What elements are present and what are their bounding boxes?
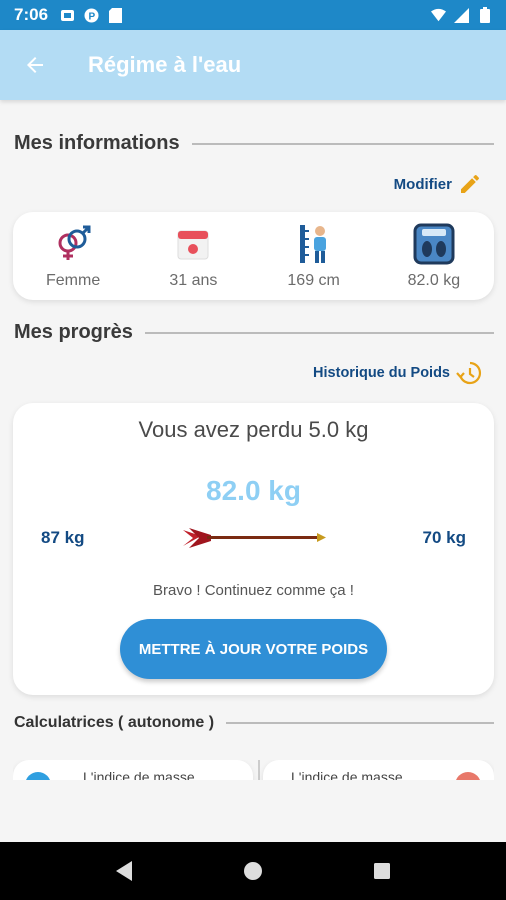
- nav-home-button[interactable]: [233, 851, 273, 891]
- page-title: Régime à l'eau: [88, 52, 242, 77]
- sd-card-icon: [108, 7, 123, 23]
- calculator-bmi-icon: [25, 772, 51, 780]
- age-value: 31 ans: [169, 272, 218, 289]
- gender-value: Femme: [46, 272, 101, 289]
- notification-app-icon: [60, 8, 75, 23]
- arrow-back-icon: [27, 57, 43, 73]
- app-bar: Régime à l'eau: [0, 30, 506, 100]
- svg-text:P: P: [89, 11, 96, 22]
- info-card[interactable]: Femme 31 ans 169 cm 82.0 kg: [13, 212, 494, 300]
- divider: [258, 760, 260, 780]
- encouragement-text: Bravo ! Continuez comme ça !: [153, 582, 354, 599]
- wifi-icon: [431, 8, 446, 23]
- info-gender: Femme: [18, 222, 128, 290]
- info-age: 31 ans: [138, 222, 248, 290]
- current-weight: 82.0 kg: [206, 475, 301, 506]
- calculator-fat-icon: [455, 772, 481, 780]
- height-icon: [291, 222, 337, 266]
- system-nav-bar: [0, 842, 506, 900]
- update-weight-button[interactable]: METTRE À JOUR VOTRE POIDS: [120, 619, 387, 679]
- goal-weight: 70 kg: [422, 528, 466, 547]
- signal-icon: [454, 7, 469, 23]
- edit-info-link[interactable]: Modifier: [394, 172, 482, 196]
- notification-p-icon: P: [84, 8, 99, 23]
- weight-lost-text: Vous avez perdu 5.0 kg: [138, 417, 369, 442]
- weight-value: 82.0 kg: [407, 272, 461, 289]
- info-section-title: Mes informations: [14, 132, 180, 154]
- calculators-row: L'indice de masse L'indice de masse: [13, 760, 494, 780]
- calculator-label: L'indice de masse: [291, 769, 403, 780]
- history-clock-icon: [456, 361, 482, 385]
- progress-section-header: Mes progrès: [14, 321, 494, 344]
- calculator-card-bmi[interactable]: L'indice de masse: [13, 760, 253, 780]
- pencil-icon: [461, 174, 480, 193]
- triangle-back-icon: [116, 861, 133, 881]
- back-button[interactable]: [0, 30, 70, 100]
- info-section-header: Mes informations: [14, 132, 494, 155]
- info-weight: 82.0 kg: [379, 222, 489, 290]
- progress-section-title: Mes progrès: [14, 321, 133, 343]
- status-bar: 7:06 P: [0, 0, 506, 30]
- calculator-label: L'indice de masse: [83, 769, 195, 780]
- circle-home-icon: [243, 862, 262, 880]
- history-label: Historique du Poids: [313, 365, 450, 381]
- start-weight: 87 kg: [41, 528, 85, 547]
- calculators-section-header: Calculatrices ( autonome ): [14, 714, 494, 732]
- square-recents-icon: [373, 863, 390, 879]
- calculator-card-body-fat[interactable]: L'indice de masse: [263, 760, 494, 780]
- nav-recents-button[interactable]: [362, 851, 402, 891]
- height-value: 169 cm: [287, 272, 340, 289]
- edit-label: Modifier: [393, 175, 452, 193]
- status-time: 7:06: [14, 5, 49, 24]
- gender-icon: [50, 222, 96, 266]
- divider: [191, 142, 494, 145]
- scale-icon: [411, 222, 457, 266]
- calculators-section-title: Calculatrices ( autonome ): [14, 714, 215, 731]
- divider: [226, 722, 494, 724]
- dart-arrow-icon: [183, 528, 326, 548]
- nav-back-button[interactable]: [104, 851, 144, 891]
- calendar-icon: [170, 222, 216, 266]
- progress-card: Vous avez perdu 5.0 kg 82.0 kg 87 kg 70 …: [13, 403, 494, 695]
- weight-history-link[interactable]: Historique du Poids: [313, 360, 482, 386]
- info-height: 169 cm: [259, 222, 369, 290]
- battery-icon: [477, 7, 492, 23]
- divider: [144, 331, 494, 334]
